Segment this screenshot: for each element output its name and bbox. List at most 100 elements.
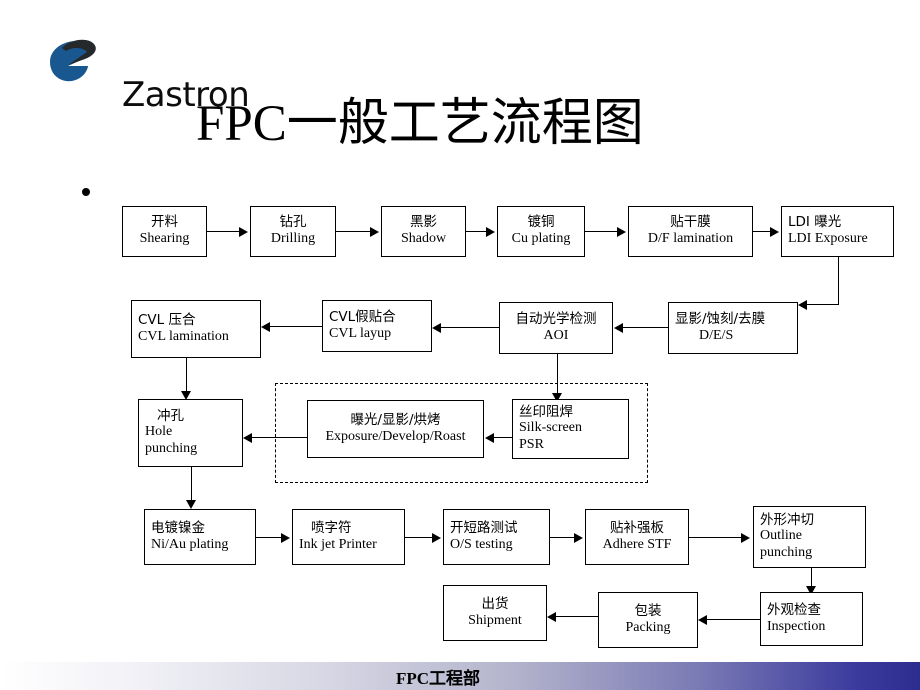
node-label-cn: 外观检查 [767,601,821,618]
node-label-cn: 自动光学检测 [515,310,597,327]
node-adhere-stf[interactable]: 贴补强板 Adhere STF [585,509,689,565]
node-label-cn: 丝印阻焊 [519,403,573,420]
node-packing[interactable]: 包装 Packing [598,592,698,648]
node-label-en: Shadow [400,231,447,247]
arrowhead-right [741,533,750,543]
connector-ldi-down [838,257,839,304]
node-label-cn: 出货 [481,595,509,612]
node-label-en2: punching [760,544,813,560]
node-label-en: Exposure/Develop/Roast [325,428,466,444]
node-label-cn: 显影/蚀刻/去膜 [675,310,766,327]
bullet-point-icon [82,188,90,196]
node-label-cn: 开短路测试 [450,519,518,536]
arrowhead-right [617,227,626,237]
connector-ldi-to-des [807,304,839,305]
node-label-en2: PSR [519,436,544,452]
node-label-cn: 镀铜 [527,214,555,231]
node-shearing[interactable]: 开料 Shearing [122,206,207,257]
node-label-en: D/F lamination [647,231,734,247]
arrowhead-left [243,433,252,443]
node-ldi-exposure[interactable]: LDI 曝光 LDI Exposure [781,206,894,257]
node-silk-screen[interactable]: 丝印阻焊 Silk-screen PSR [512,399,629,459]
arrowhead-right [770,227,779,237]
arrowhead-left [798,300,807,310]
page-title: FPC一般工艺流程图 [196,96,644,152]
connector-adhere-outline [689,537,743,538]
node-label-cn: 曝光/显影/烘烤 [350,411,441,428]
node-hole-punching[interactable]: 冲孔 Hole punching [138,399,243,467]
connector-expose-to-hole [252,437,307,438]
node-label-en: Shipment [468,612,522,628]
connector-inkjet-ostest [405,537,434,538]
node-label-en: Ink jet Printer [299,536,377,552]
node-label-en: Hole [145,424,173,440]
node-inspection[interactable]: 外观检查 Inspection [760,592,863,646]
node-os-testing[interactable]: 开短路测试 O/S testing [443,509,550,565]
node-label-cn: 喷字符 [311,519,352,536]
connector-niau-inkjet [256,537,283,538]
node-cvl-lamination[interactable]: CVL 压合 CVL lamination [131,300,261,358]
arrowhead-right [486,227,495,237]
node-label-en: CVL lamination [138,328,229,344]
node-label-en: D/E/S [699,327,734,343]
connector-dflam-ldi [753,231,771,232]
node-label-cn: 贴干膜 [670,214,711,231]
connector-cuplating-dflam [585,231,619,232]
node-label-cn: 冲孔 [157,407,184,424]
node-label-en: Outline [760,528,802,544]
node-label-en: Shearing [139,231,190,247]
node-label-cn: 电镀镍金 [151,519,205,536]
node-label-en: Packing [625,619,671,635]
node-ink-jet-printer[interactable]: 喷字符 Ink jet Printer [292,509,405,565]
connector-silk-to-expose [494,437,512,438]
node-cu-plating[interactable]: 镀铜 Cu plating [497,206,585,257]
arrowhead-left [485,433,494,443]
arrowhead-left [261,322,270,332]
arrowhead-right [432,533,441,543]
connector-cvllam-down [186,358,187,394]
zastron-logo: Zastron [38,34,250,112]
connector-cvllayup-cvllam [270,326,322,327]
node-label-en: LDI Exposure [788,231,868,247]
node-niau-plating[interactable]: 电镀镍金 Ni/Au plating [144,509,256,565]
connector-shearing-drilling [207,231,241,232]
node-cvl-layup[interactable]: CVL假贴合 CVL layup [322,300,432,352]
node-label-cn: 包装 [634,602,662,619]
node-label-cn: 黑影 [410,214,437,231]
node-drilling[interactable]: 钻孔 Drilling [250,206,336,257]
node-des[interactable]: 显影/蚀刻/去膜 D/E/S [668,302,798,354]
node-label-en: Inspection [767,618,826,634]
node-df-lamination[interactable]: 贴干膜 D/F lamination [628,206,753,257]
arrowhead-right [239,227,248,237]
node-label-en: Drilling [270,231,316,247]
node-aoi[interactable]: 自动光学检测 AOI [499,302,613,354]
node-label-en: Silk-screen [519,420,582,436]
connector-packing-shipment [556,616,598,617]
node-exposure-develop-roast[interactable]: 曝光/显影/烘烤 Exposure/Develop/Roast [307,400,484,458]
node-outline-punching[interactable]: 外形冲切 Outline punching [753,506,866,568]
arrowhead-left [547,612,556,622]
connector-hole-down [191,467,192,503]
node-shipment[interactable]: 出货 Shipment [443,585,547,641]
connector-shadow-cuplating [466,231,488,232]
node-label-cn: 钻孔 [279,214,307,231]
connector-aoi-cvllayup [441,327,499,328]
node-label-cn: CVL假贴合 [329,308,396,325]
node-label-cn: 开料 [151,214,178,231]
node-label-en: Ni/Au plating [151,536,229,552]
node-label-en: CVL layup [329,325,392,341]
slide-canvas: Zastron FPC一般工艺流程图 开料 Shearing 钻孔 Drilli… [0,0,920,690]
connector-inspection-packing [707,619,760,620]
arrowhead-down [186,500,196,509]
connector-des-aoi [623,327,668,328]
arrowhead-right [370,227,379,237]
node-label-cn: LDI 曝光 [788,214,842,231]
node-label-en: Adhere STF [602,536,672,552]
node-label-en2: punching [145,440,198,456]
arrowhead-left [614,323,623,333]
node-label-cn: CVL 压合 [138,311,196,328]
footer-label: FPC工程部 [395,668,481,688]
connector-aoi-down [557,354,558,396]
node-shadow[interactable]: 黑影 Shadow [381,206,466,257]
arrowhead-left [432,323,441,333]
